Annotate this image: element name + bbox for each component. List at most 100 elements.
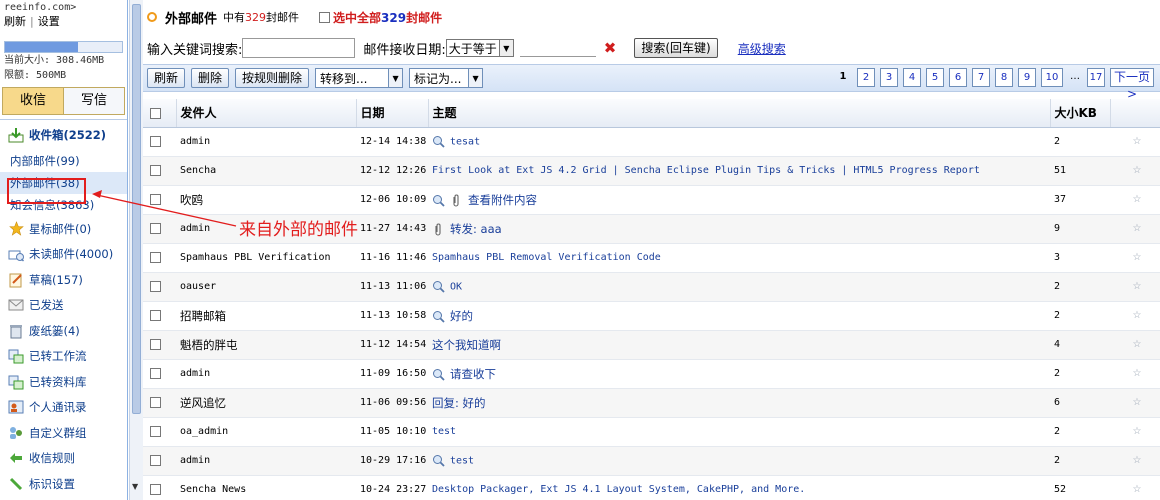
star-icon[interactable]: ☆ bbox=[1110, 301, 1160, 331]
row-subject-cell[interactable]: 查看附件内容 bbox=[428, 185, 1050, 215]
row-checkbox[interactable] bbox=[150, 396, 161, 408]
preview-search-icon[interactable] bbox=[432, 136, 450, 148]
preview-search-icon[interactable] bbox=[432, 455, 450, 467]
page-link[interactable]: 8 bbox=[995, 68, 1013, 87]
folder-starred[interactable]: 星标邮件(0) bbox=[0, 216, 127, 242]
table-row[interactable]: 魁梧的胖屯 11-12 14:54 这个我知道啊 4 ☆ bbox=[143, 330, 1160, 360]
row-sender[interactable]: 吹鸥 bbox=[176, 185, 356, 215]
star-icon[interactable]: ☆ bbox=[1110, 417, 1160, 447]
row-checkbox[interactable] bbox=[150, 193, 161, 205]
column-header-date[interactable]: 日期 bbox=[356, 99, 429, 128]
row-checkbox[interactable] bbox=[150, 164, 161, 176]
page-link[interactable]: 4 bbox=[903, 68, 921, 87]
table-row[interactable]: oa_admin 11-05 10:10 test 2 ☆ bbox=[143, 417, 1160, 447]
row-subject-cell[interactable]: Spamhaus PBL Removal Verification Code bbox=[428, 243, 1050, 273]
row-subject-cell[interactable]: tesat bbox=[428, 127, 1050, 157]
row-subject-cell[interactable]: 好的 bbox=[428, 301, 1050, 331]
refresh-link[interactable]: 刷新 bbox=[4, 15, 26, 28]
row-sender[interactable]: 魁梧的胖屯 bbox=[176, 330, 356, 360]
row-subject[interactable]: tesat bbox=[450, 137, 480, 148]
row-subject-cell[interactable]: 这个我知道啊 bbox=[428, 330, 1050, 360]
row-checkbox[interactable] bbox=[150, 338, 161, 350]
row-checkbox[interactable] bbox=[150, 222, 161, 234]
table-row[interactable]: admin 11-09 16:50 请查收下 2 ☆ bbox=[143, 359, 1160, 389]
star-icon[interactable]: ☆ bbox=[1110, 359, 1160, 389]
table-row[interactable]: Sencha 12-12 12:26 First Look at Ext JS 4.… bbox=[143, 156, 1160, 186]
table-row[interactable]: admin 12-14 14:38 tesat 2 ☆ bbox=[143, 127, 1160, 157]
row-subject[interactable]: 转发: aaa bbox=[450, 222, 502, 236]
advanced-search-link[interactable]: 高级搜索 bbox=[738, 40, 786, 57]
delete-by-rule-button[interactable]: 按规则删除 bbox=[235, 68, 310, 88]
column-header-subject[interactable]: 主题 bbox=[428, 99, 1051, 128]
row-checkbox[interactable] bbox=[150, 135, 161, 147]
column-header-size[interactable]: 大小KB bbox=[1050, 99, 1111, 128]
row-subject[interactable]: 好的 bbox=[450, 309, 473, 323]
page-link[interactable]: 9 bbox=[1018, 68, 1036, 87]
row-sender[interactable]: oa_admin bbox=[176, 417, 356, 447]
table-row[interactable]: oauser 11-13 11:06 OK 2 ☆ bbox=[143, 272, 1160, 302]
row-sender[interactable]: admin bbox=[176, 127, 356, 157]
row-sender[interactable]: Sencha News bbox=[176, 475, 356, 500]
row-sender[interactable]: admin bbox=[176, 359, 356, 389]
row-subject-cell[interactable]: First Look at Ext JS 4.2 Grid | Sencha E… bbox=[428, 156, 1050, 186]
mark-as-select[interactable]: 标记为... ▼ bbox=[409, 68, 484, 88]
star-icon[interactable]: ☆ bbox=[1110, 243, 1160, 273]
scroll-down-icon[interactable]: ▼ bbox=[132, 482, 138, 491]
date-input[interactable] bbox=[519, 39, 596, 57]
row-checkbox[interactable] bbox=[150, 309, 161, 321]
folder-unread[interactable]: 未读邮件(4000) bbox=[0, 242, 127, 268]
table-row[interactable]: Spamhaus PBL Verification 11-16 11:46 Spam… bbox=[143, 243, 1160, 273]
folder-sent[interactable]: 已发送 bbox=[0, 293, 127, 319]
row-sender[interactable]: Spamhaus PBL Verification bbox=[176, 243, 356, 273]
row-checkbox[interactable] bbox=[150, 425, 161, 437]
select-all-label[interactable]: 选中全部329封邮件 bbox=[333, 9, 442, 26]
row-subject-cell[interactable]: 请查收下 bbox=[428, 359, 1050, 389]
row-subject[interactable]: First Look at Ext JS 4.2 Grid | Sencha E… bbox=[432, 165, 980, 176]
refresh-button[interactable]: 刷新 bbox=[147, 68, 186, 88]
folder-inbox[interactable]: 收件箱(2522) bbox=[0, 120, 127, 150]
keyword-input[interactable] bbox=[242, 38, 356, 58]
sidebar-scrollbar[interactable]: ▼ bbox=[129, 0, 143, 500]
row-checkbox[interactable] bbox=[150, 280, 161, 292]
row-subject[interactable]: OK bbox=[450, 282, 462, 293]
folder-library[interactable]: 已转资料库 bbox=[0, 369, 127, 395]
row-subject-cell[interactable]: OK bbox=[428, 272, 1050, 302]
row-checkbox[interactable] bbox=[150, 483, 161, 495]
row-subject[interactable]: test bbox=[450, 456, 474, 467]
star-icon[interactable]: ☆ bbox=[1110, 475, 1160, 500]
row-subject[interactable]: Desktop Packager, Ext JS 4.1 Layout Syst… bbox=[432, 484, 805, 495]
row-subject[interactable]: 这个我知道啊 bbox=[432, 338, 501, 352]
page-link[interactable]: 5 bbox=[926, 68, 944, 87]
settings-link[interactable]: 设置 bbox=[38, 15, 60, 28]
page-link[interactable]: 7 bbox=[972, 68, 990, 87]
row-subject-cell[interactable]: 转发: aaa bbox=[428, 214, 1050, 244]
folder-trash[interactable]: 废纸篓(4) bbox=[0, 318, 127, 344]
preview-search-icon[interactable] bbox=[432, 193, 450, 207]
folder-workflow[interactable]: 已转工作流 bbox=[0, 344, 127, 370]
row-subject[interactable]: test bbox=[432, 426, 456, 437]
star-icon[interactable]: ☆ bbox=[1110, 185, 1160, 215]
row-sender[interactable]: 逆风追忆 bbox=[176, 388, 356, 418]
table-row[interactable]: Sencha News 10-24 23:27 Desktop Packager, … bbox=[143, 475, 1160, 500]
star-icon[interactable]: ☆ bbox=[1110, 446, 1160, 476]
next-page-button[interactable]: 下一页> bbox=[1110, 68, 1154, 101]
row-subject[interactable]: 查看附件内容 bbox=[468, 193, 537, 207]
star-icon[interactable]: ☆ bbox=[1110, 330, 1160, 360]
column-header-sender[interactable]: 发件人 bbox=[176, 99, 357, 128]
row-subject-cell[interactable]: 回复: 好的 bbox=[428, 388, 1050, 418]
star-icon[interactable]: ☆ bbox=[1110, 127, 1160, 157]
row-sender[interactable]: admin bbox=[176, 446, 356, 476]
table-row[interactable]: 招聘邮箱 11-13 10:58 好的 2 ☆ bbox=[143, 301, 1160, 331]
preview-search-icon[interactable] bbox=[432, 367, 450, 381]
row-subject[interactable]: 请查收下 bbox=[450, 367, 496, 381]
folder-label-settings[interactable]: 标识设置 bbox=[0, 471, 127, 497]
star-icon[interactable]: ☆ bbox=[1110, 156, 1160, 186]
page-link[interactable]: 10 bbox=[1041, 68, 1063, 87]
preview-search-icon[interactable] bbox=[432, 309, 450, 323]
table-row[interactable]: admin 10-29 17:16 test 2 ☆ bbox=[143, 446, 1160, 476]
folder-custom-group[interactable]: 自定义群组 bbox=[0, 420, 127, 446]
row-sender[interactable]: 招聘邮箱 bbox=[176, 301, 356, 331]
row-subject-cell[interactable]: test bbox=[428, 446, 1050, 476]
move-to-select[interactable]: 转移到... ▼ bbox=[315, 68, 404, 88]
select-all-rows-checkbox[interactable] bbox=[150, 107, 161, 119]
